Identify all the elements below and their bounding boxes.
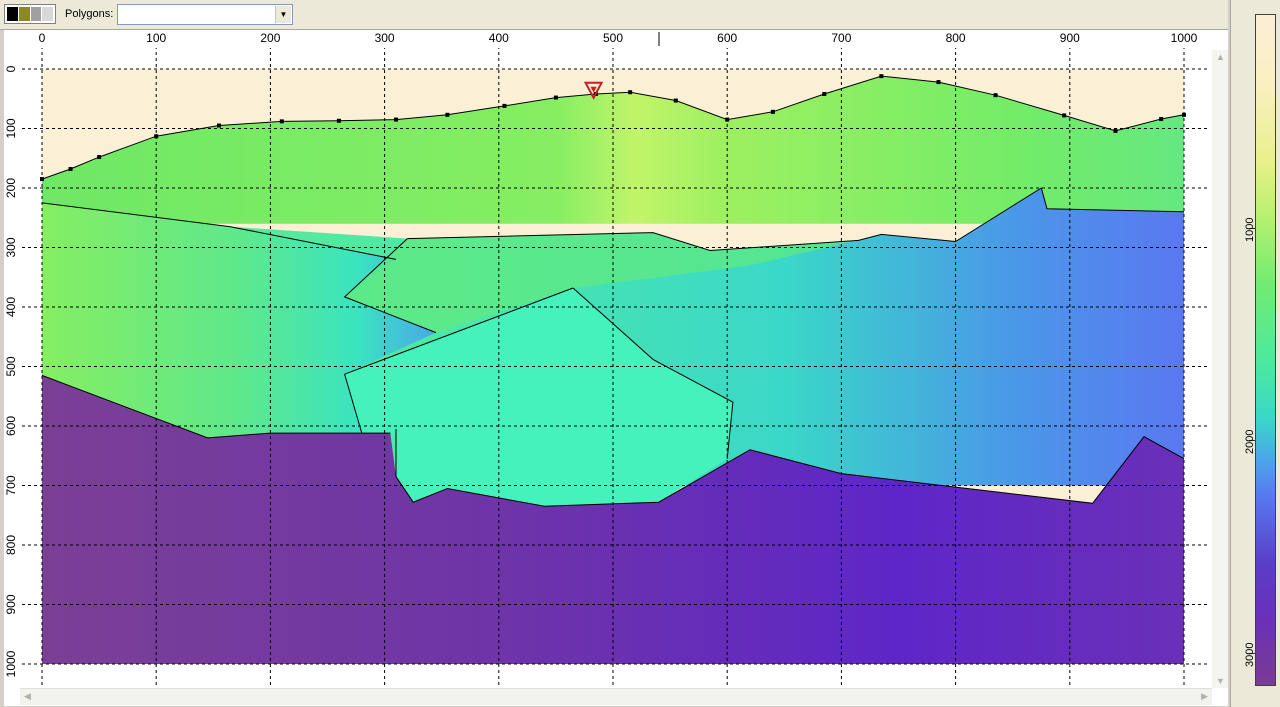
polygons-label: Polygons: (65, 8, 114, 20)
y-tick-label: 400 (4, 297, 18, 317)
polygons-dropdown[interactable]: ▼ (117, 4, 293, 25)
colorbar-label: 1000 (1244, 217, 1256, 242)
x-tick-label: 900 (1060, 31, 1080, 45)
y-tick-label: 100 (4, 118, 18, 138)
velocity-colorbar (1255, 14, 1276, 686)
y-tick-label: 1000 (4, 650, 18, 677)
surface-node[interactable] (1062, 113, 1067, 118)
surface-node[interactable] (936, 80, 941, 85)
x-tick-label: 0 (39, 31, 46, 45)
velocity-model-canvas[interactable]: 0 100 200 300 400 500 600 700 800 900 1000 0 100 200 3… (4, 30, 1228, 706)
y-tick-label: 700 (4, 475, 18, 495)
x-tick-label: 800 (946, 31, 966, 45)
scroll-left-icon[interactable]: ◀ (24, 691, 31, 702)
surface-node[interactable] (993, 93, 998, 98)
y-tick-label: 300 (4, 237, 18, 257)
x-tick-label: 600 (717, 31, 737, 45)
scroll-down-icon[interactable]: ▼ (1216, 676, 1225, 686)
surface-node[interactable] (1182, 112, 1186, 117)
scroll-right-icon[interactable]: ▶ (1201, 691, 1208, 702)
y-tick-label: 200 (4, 178, 18, 198)
x-tick-label: 500 (603, 31, 623, 45)
surface-node[interactable] (217, 123, 222, 128)
chevron-down-icon[interactable]: ▼ (275, 6, 291, 23)
surface-node[interactable] (154, 134, 159, 139)
surface-node[interactable] (1159, 116, 1164, 121)
surface-node[interactable] (445, 112, 450, 117)
y-tick-label: 0 (4, 65, 18, 72)
surface-node[interactable] (336, 118, 341, 123)
swatch-color-1 (7, 7, 18, 21)
surface-node[interactable] (1113, 128, 1118, 133)
surface-node[interactable] (279, 119, 284, 124)
surface-node[interactable] (673, 98, 678, 103)
colorbar-label: 3000 (1244, 642, 1256, 668)
surface-node[interactable] (553, 95, 558, 100)
horizontal-scrollbar[interactable]: ◀ ▶ (20, 688, 1212, 705)
scroll-up-icon[interactable]: ▲ (1216, 52, 1225, 62)
y-tick-label: 800 (4, 535, 18, 555)
surface-node[interactable] (40, 177, 44, 182)
x-tick-label: 300 (375, 31, 395, 45)
toolbar: Polygons: ▼ (0, 0, 1228, 30)
color-scheme-button[interactable] (4, 4, 56, 24)
y-tick-label: 900 (4, 594, 18, 614)
colorbar-label: 2000 (1244, 429, 1256, 455)
x-tick-label: 700 (831, 31, 851, 45)
swatch-color-2 (18, 7, 30, 21)
x-tick-label: 1000 (1171, 31, 1198, 45)
surface-node[interactable] (822, 91, 827, 96)
vertical-scrollbar[interactable]: ▲ ▼ (1212, 50, 1228, 688)
surface-node[interactable] (97, 155, 102, 160)
y-tick-label: 500 (4, 356, 18, 376)
surface-node[interactable] (68, 166, 73, 171)
surface-node[interactable] (725, 117, 730, 122)
x-tick-label: 200 (260, 31, 280, 45)
model-plot[interactable]: 0 100 200 300 400 500 600 700 800 900 1000 0 100 200 3… (4, 30, 1228, 706)
surface-node[interactable] (394, 117, 399, 122)
swatch-color-4 (42, 7, 53, 21)
surface-node[interactable] (628, 90, 633, 95)
surface-node[interactable] (502, 103, 507, 108)
swatch-color-3 (30, 7, 42, 21)
x-tick-label: 400 (489, 31, 509, 45)
surface-node[interactable] (770, 109, 775, 114)
x-tick-label: 100 (146, 31, 166, 45)
surface-node[interactable] (879, 74, 884, 79)
y-tick-label: 600 (4, 416, 18, 436)
